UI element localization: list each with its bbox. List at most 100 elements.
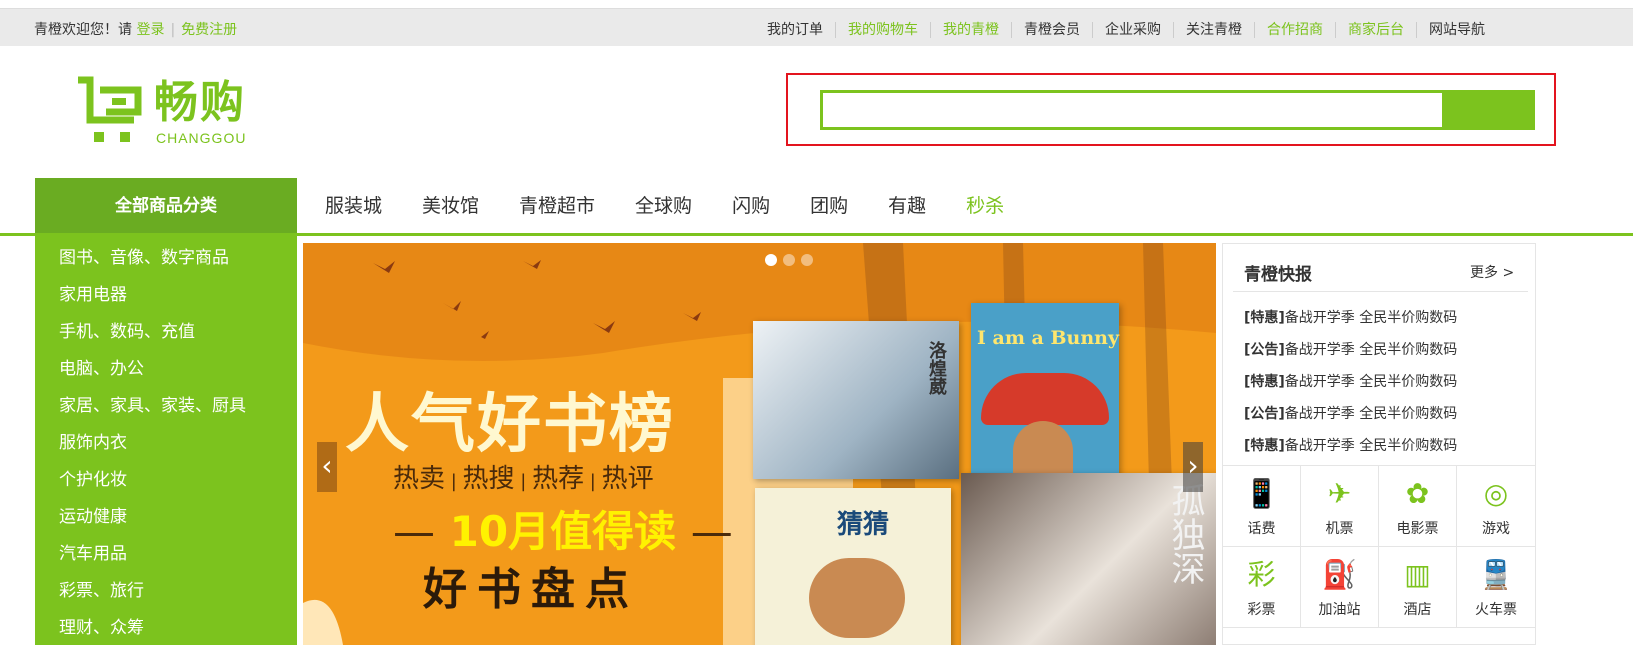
news-item[interactable]: [特惠]备战开学季 全民半价购数码: [1244, 430, 1457, 462]
plane-icon: ✈: [1327, 477, 1352, 510]
service-label: 彩票: [1247, 602, 1276, 618]
news-tag: [公告]: [1244, 406, 1285, 422]
banner-tag: 热卖: [393, 464, 446, 494]
main-nav: 服装城 美妆馆 青橙超市 全球购 闪购 团购 有趣 秒杀: [305, 178, 1024, 234]
hare-art: [809, 558, 905, 638]
sidebar-category-item[interactable]: 电脑、办公: [35, 351, 297, 388]
news-item[interactable]: [特惠]备战开学季 全民半价购数码: [1244, 302, 1457, 334]
news-item[interactable]: [公告]备战开学季 全民半价购数码: [1244, 334, 1457, 366]
banner-subtitle-text: 10月值得读: [449, 507, 677, 556]
carousel-dot[interactable]: [765, 254, 777, 266]
sidebar-category-item[interactable]: 家用电器: [35, 277, 297, 314]
nav-item[interactable]: 服装城: [305, 178, 402, 234]
banner-tag: 热荐: [532, 464, 585, 494]
welcome-text: 青橙欢迎您！请: [34, 22, 132, 38]
news-text: 备战开学季 全民半价购数码: [1284, 342, 1458, 358]
carousel-dot[interactable]: [801, 254, 813, 266]
book-cover-3: 猜猜: [755, 488, 951, 645]
sidebar-category-item[interactable]: 服饰内衣: [35, 425, 297, 462]
top-link[interactable]: 企业采购: [1092, 22, 1173, 38]
service-label: 电影票: [1396, 521, 1439, 537]
sidebar-category-item[interactable]: 汽车用品: [35, 536, 297, 573]
top-link[interactable]: 我的订单: [755, 22, 835, 38]
sidebar-category-item[interactable]: 家居、家具、家装、厨具: [35, 388, 297, 425]
banner-tag: 热搜: [462, 464, 515, 494]
news-panel: 青橙快报 更多 > [特惠]备战开学季 全民半价购数码 [公告]备战开学季 全民半…: [1222, 243, 1536, 645]
promo-banner[interactable]: 人气好书榜 热卖 | 热搜 | 热荐 | 热评 — 10月值得读 — 好书盘点 …: [303, 243, 1216, 645]
top-link[interactable]: 青橙会员: [1011, 22, 1092, 38]
carousel-next-button[interactable]: ›: [1183, 442, 1203, 492]
lottery-icon: 彩: [1247, 558, 1276, 591]
top-link[interactable]: 我的青橙: [930, 22, 1011, 38]
news-more-link[interactable]: 更多 >: [1470, 262, 1514, 282]
nav-item[interactable]: 全球购: [615, 178, 712, 234]
nav-item[interactable]: 团购: [790, 178, 868, 234]
top-link[interactable]: 关注青橙: [1173, 22, 1254, 38]
news-title: 青橙快报: [1244, 265, 1312, 285]
top-bar-left: 青橙欢迎您！请 登录 | 免费注册: [34, 19, 237, 39]
nav-item[interactable]: 闪购: [712, 178, 790, 234]
sidebar-category-item[interactable]: 手机、数码、充值: [35, 314, 297, 351]
site-logo[interactable]: 畅购 CHANGGOU: [76, 76, 266, 148]
sidebar-category-item[interactable]: 运动健康: [35, 499, 297, 536]
service-label: 火车票: [1475, 602, 1517, 618]
tag-separator: |: [514, 471, 533, 492]
book-title-2: I am a Bunny: [977, 327, 1119, 349]
service-train[interactable]: 🚆 火车票: [1457, 547, 1535, 628]
top-link[interactable]: 我的购物车: [835, 22, 930, 38]
category-sidebar: 图书、音像、数字商品 家用电器 手机、数码、充值 电脑、办公 家居、家具、家装、厨具 服饰…: [35, 236, 297, 645]
book-title-1: 洛煌葳: [926, 341, 947, 395]
carousel-prev-button[interactable]: ‹: [317, 442, 337, 492]
news-item[interactable]: [特惠]备战开学季 全民半价购数码: [1244, 366, 1457, 398]
top-link[interactable]: 商家后台: [1335, 22, 1416, 38]
book-title-4: 孤独深: [1165, 483, 1205, 585]
dash-right: —: [690, 507, 733, 556]
gamepad-icon: ◎: [1483, 477, 1509, 510]
phone-icon: 📱: [1244, 477, 1279, 510]
service-gas-station[interactable]: ⛽ 加油站: [1301, 547, 1379, 628]
sidebar-category-item[interactable]: 个护化妆: [35, 462, 297, 499]
news-text: 备战开学季 全民半价购数码: [1284, 310, 1458, 326]
banner-tags: 热卖 | 热搜 | 热荐 | 热评: [393, 458, 654, 495]
book-cover-1: 洛煌葳: [753, 321, 959, 479]
nav-item[interactable]: 有趣: [868, 178, 946, 234]
banner-headline: 人气好书榜: [345, 388, 675, 462]
dash-left: —: [393, 507, 435, 556]
news-tag: [特惠]: [1244, 438, 1285, 454]
nav-item[interactable]: 秒杀: [946, 178, 1024, 234]
news-tag: [公告]: [1244, 342, 1285, 358]
nav-item[interactable]: 青橙超市: [499, 178, 615, 234]
service-lottery[interactable]: 彩彩票: [1223, 547, 1301, 628]
film-icon: ✿: [1405, 477, 1430, 510]
top-link[interactable]: 网站导航: [1416, 22, 1497, 38]
tag-separator: |: [445, 471, 463, 492]
service-gamepad[interactable]: ◎ 游戏: [1457, 466, 1535, 547]
sidebar-category-item[interactable]: 彩票、旅行: [35, 573, 297, 610]
mushroom-art: [981, 373, 1109, 425]
service-film[interactable]: ✿ 电影票: [1379, 466, 1457, 547]
service-plane[interactable]: ✈ 机票: [1301, 466, 1379, 547]
service-grid: 📱 话费 ✈ 机票 ✿ 电影票 ◎ 游戏彩彩票 ⛽ 加油站 ▥ 酒店 🚆 火车票: [1223, 465, 1535, 628]
service-label: 酒店: [1403, 602, 1432, 618]
carousel-dot[interactable]: [783, 254, 795, 266]
hotel-icon: ▥: [1404, 558, 1431, 591]
login-link[interactable]: 登录: [136, 22, 164, 38]
top-link[interactable]: 合作招商: [1254, 22, 1335, 38]
sidebar-category-item[interactable]: 图书、音像、数字商品: [35, 240, 297, 277]
sidebar-category-item[interactable]: 理财、众筹: [35, 610, 297, 645]
nav-item[interactable]: 美妆馆: [402, 178, 499, 234]
register-link[interactable]: 免费注册: [181, 22, 237, 38]
service-label: 游戏: [1482, 521, 1510, 537]
news-text: 备战开学季 全民半价购数码: [1284, 406, 1458, 422]
search-input[interactable]: [820, 90, 1445, 130]
search-button[interactable]: [1443, 90, 1535, 130]
service-label: 话费: [1247, 521, 1276, 537]
service-label: 机票: [1325, 521, 1354, 537]
all-categories-header[interactable]: 全部商品分类: [35, 178, 297, 234]
train-icon: 🚆: [1478, 558, 1514, 591]
service-hotel[interactable]: ▥ 酒店: [1379, 547, 1457, 628]
book-cover-4: 孤独深: [961, 473, 1216, 645]
service-phone[interactable]: 📱 话费: [1223, 466, 1301, 547]
banner-tag: 热评: [601, 464, 654, 494]
news-item[interactable]: [公告]备战开学季 全民半价购数码: [1244, 398, 1457, 430]
